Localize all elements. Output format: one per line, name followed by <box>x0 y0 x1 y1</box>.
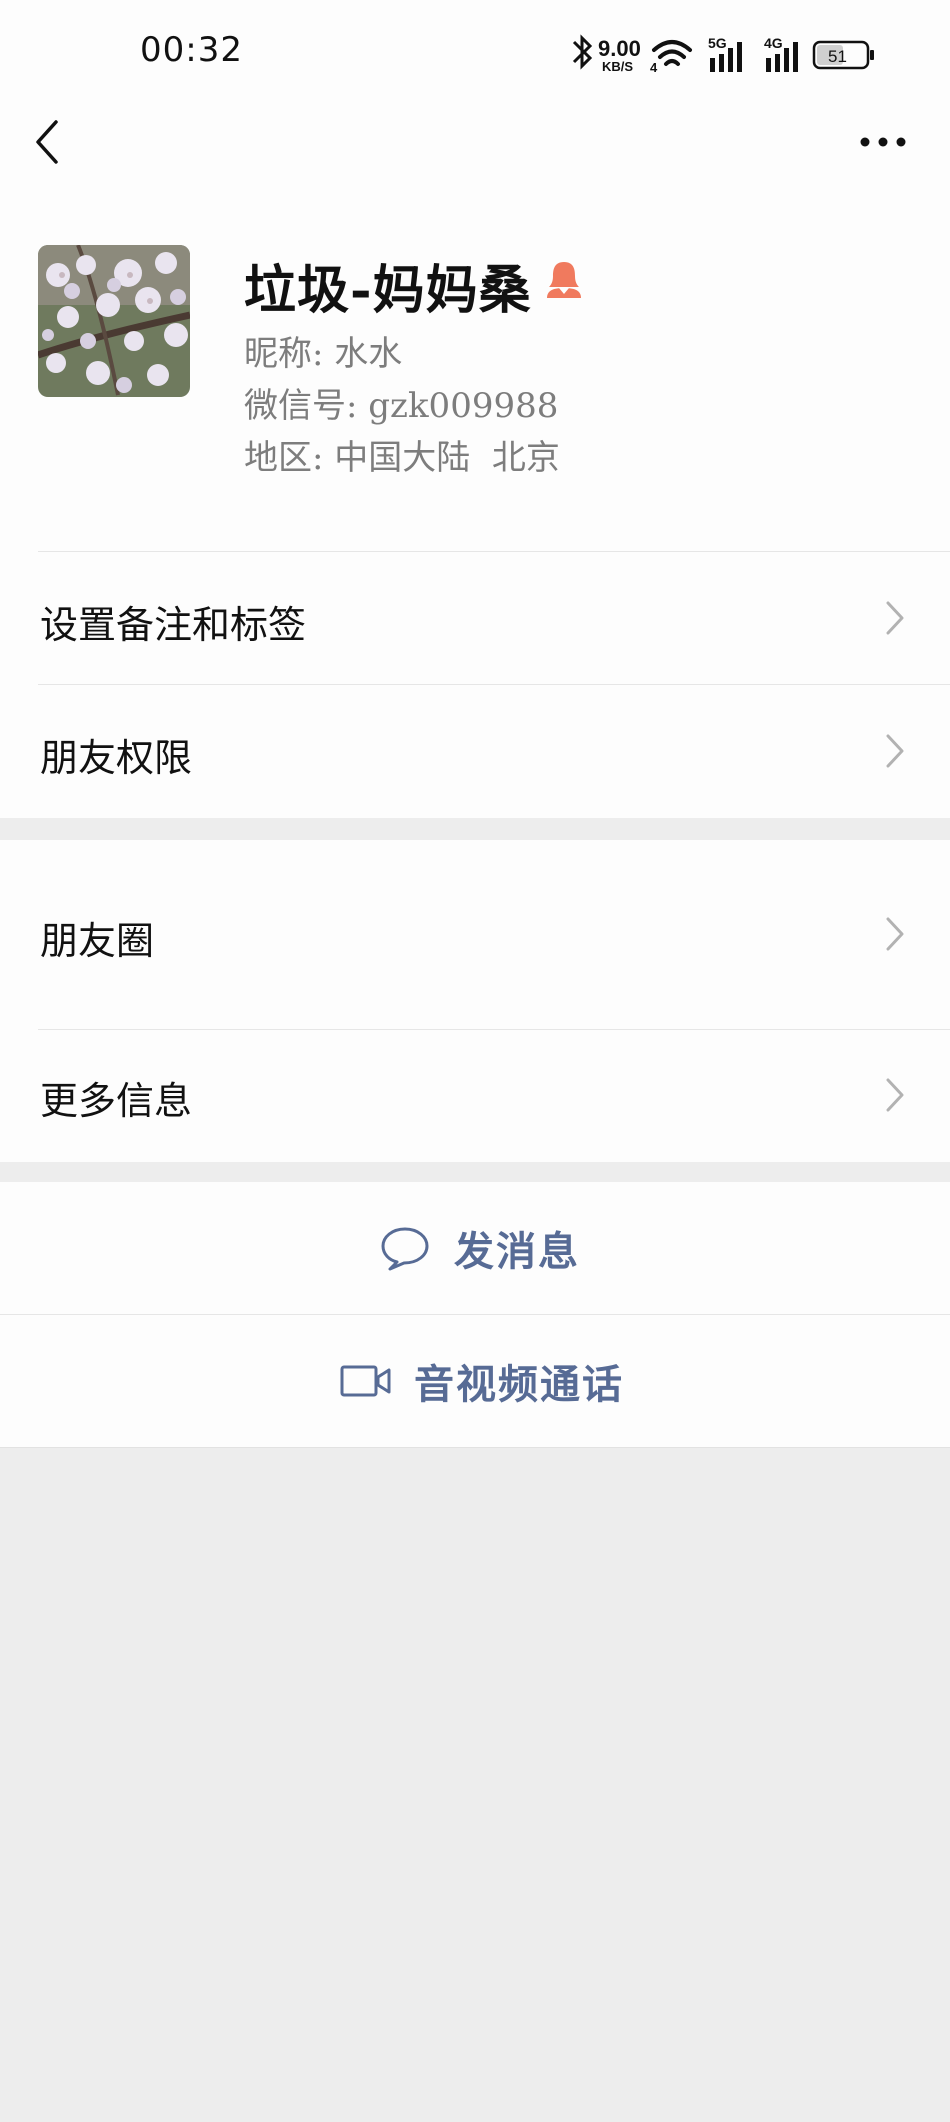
voice-video-call-button[interactable]: 音视频通话 <box>0 1315 950 1447</box>
region-line: 地区: 中国大陆 北京 <box>244 430 560 479</box>
menu-item-friend-permissions[interactable]: 朋友权限 <box>0 685 950 817</box>
signal-4g-label: 4G <box>764 35 783 51</box>
send-message-label: 发消息 <box>454 1228 580 1275</box>
battery-icon: 51 <box>812 40 874 70</box>
menu-item-remark-tags[interactable]: 设置备注和标签 <box>0 552 950 684</box>
wifi-badge: 4 <box>650 60 658 75</box>
menu-item-label: 朋友圈 <box>40 919 155 963</box>
chevron-right-icon <box>886 601 904 635</box>
wechat-id-label: 微信号: <box>244 386 358 426</box>
signal-5g-label: 5G <box>708 35 727 51</box>
voice-video-call-label: 音视频通话 <box>414 1361 624 1408</box>
nickname-line: 昵称: 水水 <box>244 326 402 375</box>
status-icons: 9.00 KB/S 4 5G 4G 51 <box>572 34 874 75</box>
wifi-icon <box>652 40 692 66</box>
avatar[interactable] <box>38 245 190 397</box>
bluetooth-icon <box>572 34 593 70</box>
status-bar: 00:32 9.00 KB/S 4 5G 4G 51 <box>0 0 950 100</box>
net-speed-unit: KB/S <box>602 59 633 74</box>
nickname-label: 昵称: <box>244 334 324 374</box>
more-dots-icon[interactable] <box>858 124 908 160</box>
menu-item-label: 朋友权限 <box>40 736 193 780</box>
send-message-button[interactable]: 发消息 <box>0 1182 950 1314</box>
wechat-id-value: gzk009988 <box>368 386 559 426</box>
region-label: 地区: <box>244 438 324 478</box>
divider <box>38 1029 950 1030</box>
back-icon[interactable] <box>30 112 70 172</box>
video-camera-icon <box>340 1365 391 1397</box>
chevron-right-icon <box>886 734 904 768</box>
menu-item-more-info[interactable]: 更多信息 <box>0 1030 950 1162</box>
net-speed-value: 9.00 <box>598 36 641 61</box>
nickname-value: 水水 <box>334 334 403 374</box>
profile-name: 垃圾-妈妈桑 <box>244 260 532 321</box>
chat-bubble-icon <box>381 1227 429 1271</box>
chevron-right-icon <box>886 1078 904 1112</box>
divider <box>0 1447 950 1448</box>
menu-item-label: 更多信息 <box>40 1079 193 1123</box>
battery-level: 51 <box>828 47 847 66</box>
chevron-right-icon <box>886 917 904 951</box>
menu-item-label: 设置备注和标签 <box>40 603 307 647</box>
female-user-icon <box>547 262 581 298</box>
status-time: 00:32 <box>140 30 243 70</box>
region-value: 中国大陆 北京 <box>334 438 560 478</box>
menu-item-moments[interactable]: 朋友圈 <box>0 840 950 1030</box>
wechat-id-line: 微信号: gzk009988 <box>244 378 558 427</box>
